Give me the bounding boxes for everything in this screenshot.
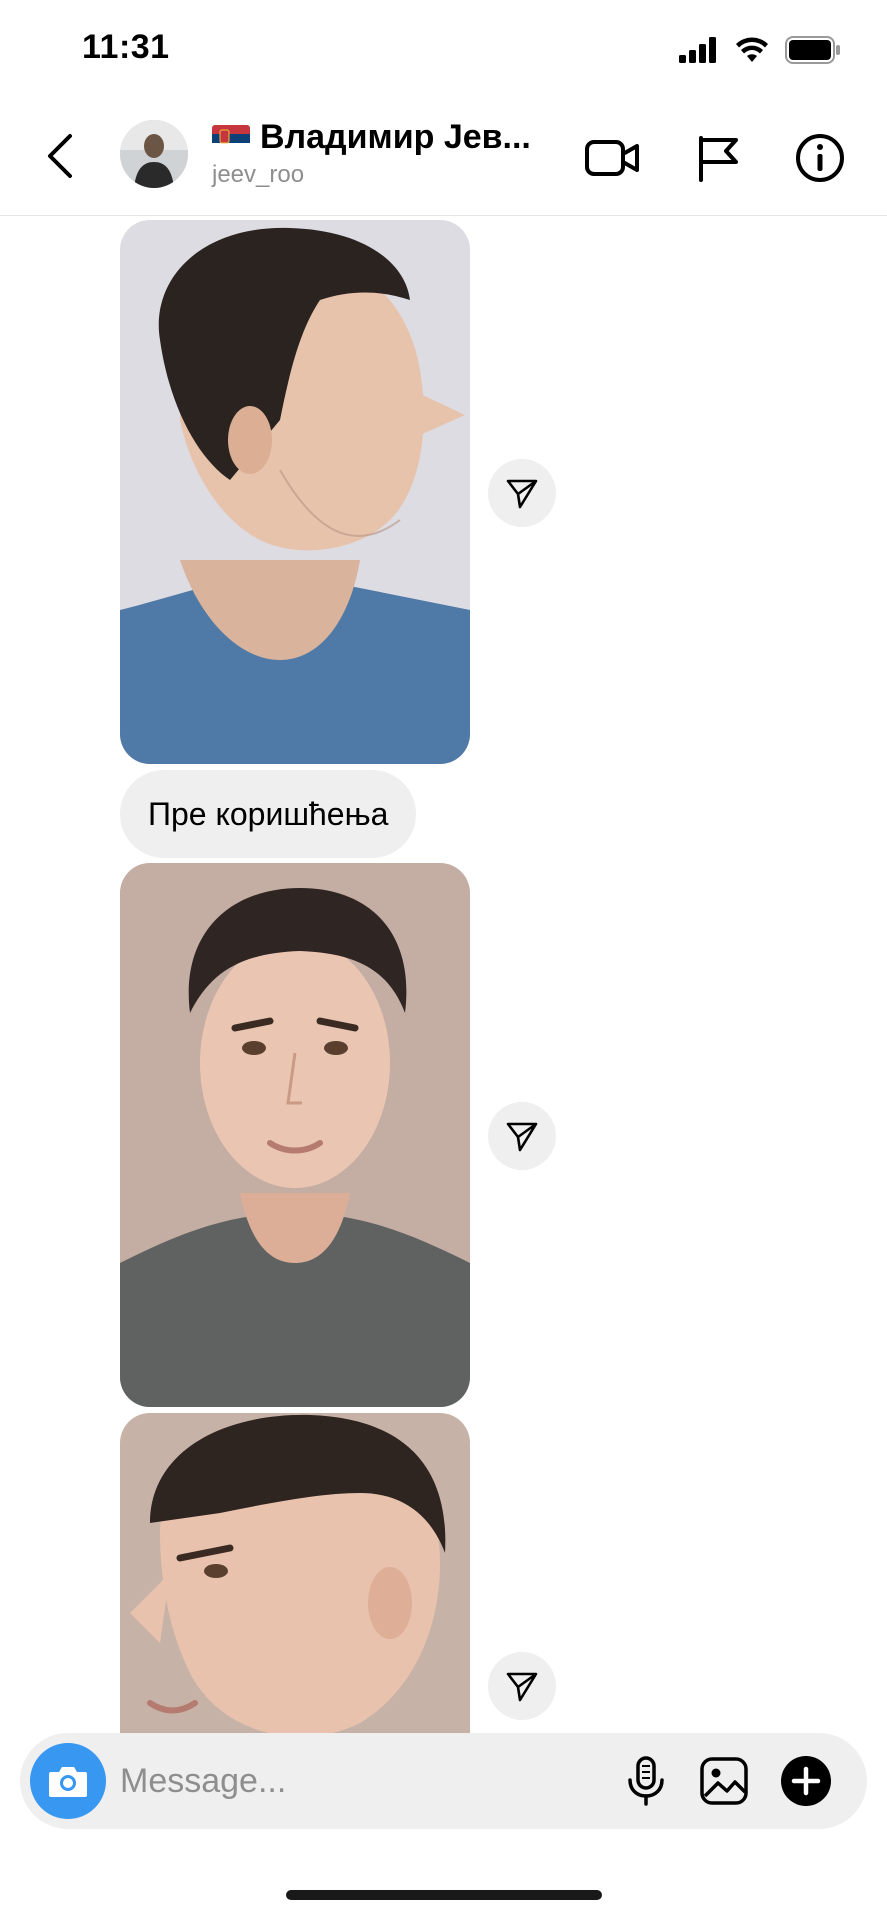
photo-message-profile-right[interactable] (120, 220, 470, 764)
chevron-left-icon (48, 134, 72, 178)
message-thread: Пре коришћења (0, 217, 887, 1737)
back-button[interactable] (40, 128, 80, 184)
video-call-icon (585, 140, 639, 176)
message-composer (20, 1733, 867, 1829)
add-icon (781, 1756, 831, 1806)
chat-header: Владимир Јев... jeev_roo (0, 100, 887, 216)
contact-username: jeev_roo (212, 161, 305, 188)
send-icon (506, 1672, 538, 1702)
add-button[interactable] (778, 1753, 834, 1809)
camera-button[interactable] (30, 1743, 106, 1819)
serbia-flag-icon (212, 124, 250, 151)
photo-message-front[interactable] (120, 863, 470, 1407)
camera-icon (49, 1767, 87, 1797)
voice-message-button[interactable] (618, 1753, 674, 1809)
microphone-icon (628, 1756, 664, 1806)
share-button[interactable] (488, 1652, 556, 1720)
gallery-icon (700, 1757, 748, 1805)
cellular-signal-icon (679, 37, 719, 68)
message-input[interactable] (120, 1755, 600, 1807)
send-icon (506, 479, 538, 509)
battery-icon (785, 36, 841, 69)
share-button[interactable] (488, 459, 556, 527)
status-icons (679, 36, 841, 69)
text-message-content: Пре коришћења (148, 795, 389, 832)
video-call-button[interactable] (584, 130, 640, 186)
wifi-icon (735, 37, 769, 68)
gallery-button[interactable] (696, 1753, 752, 1809)
home-indicator[interactable] (286, 1890, 602, 1900)
info-icon (796, 134, 844, 182)
status-time: 11:31 (82, 28, 170, 66)
avatar[interactable] (120, 120, 188, 188)
contact-title[interactable]: Владимир Јев... jeev_roo (212, 118, 562, 189)
share-button[interactable] (488, 1102, 556, 1170)
text-message[interactable]: Пре коришћења (120, 770, 417, 858)
contact-name: Владимир Јев... (260, 118, 531, 156)
flag-report-icon (699, 136, 738, 182)
report-button[interactable] (690, 130, 746, 186)
status-bar: 11:31 (0, 0, 887, 100)
info-button[interactable] (792, 130, 848, 186)
photo-message-profile-left[interactable] (120, 1413, 470, 1737)
send-icon (506, 1122, 538, 1152)
